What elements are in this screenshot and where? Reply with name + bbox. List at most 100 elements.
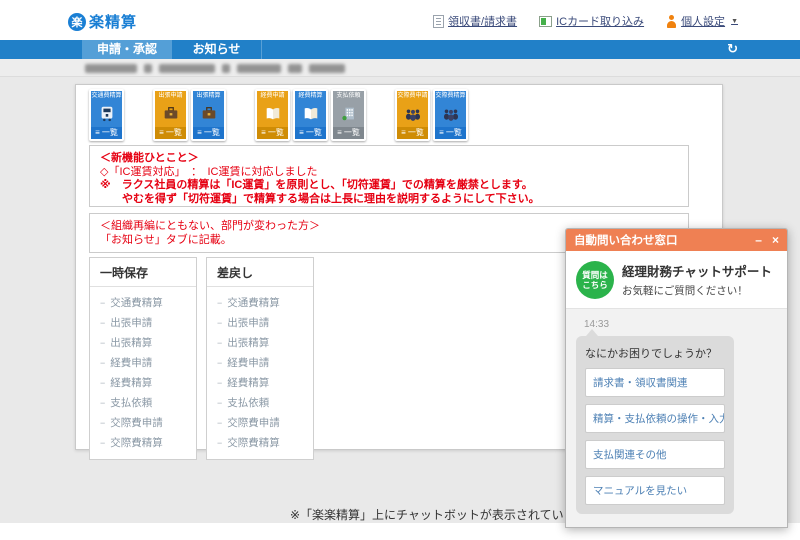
chat-option-view-manual[interactable]: マニュアルを見たい [585, 476, 725, 505]
app-header: 楽 楽精算 領収書/請求書 ICカード取り込み 個人設定 ▼ [0, 0, 800, 40]
tile-list-label: 一覧 [445, 128, 462, 137]
panel-link[interactable]: 経費精算 [90, 372, 196, 392]
panel-link[interactable]: 出張精算 [90, 332, 196, 352]
ic-card-import-link[interactable]: ICカード取り込み [539, 13, 644, 29]
menu-icon: ≡ [401, 128, 406, 137]
tile-list-button[interactable]: ≡ 一覧 [257, 127, 288, 139]
tile-list-label: 一覧 [343, 128, 360, 137]
bot-message-bubble: なにかお困りでしょうか？ 請求書・領収書関連 精算・支払依頼の操作・入力 支払関… [576, 329, 734, 514]
logo-text: 楽精算 [89, 14, 138, 31]
panel-temporary-save: 一時保存 交通費精算 出張申請 出張精算 経費申請 経費精算 支払依頼 交際費申… [89, 257, 197, 460]
redacted-text [288, 64, 302, 73]
tile-group-expense: 経費申請 ≡ 一覧 経費精算 ≡ 一覧 支払依頼 ≡ 一覧 [255, 89, 366, 141]
tile-list-label: 一覧 [165, 128, 182, 137]
panel-link[interactable]: 交際費精算 [90, 432, 196, 452]
panel-title: 差戻し [207, 258, 313, 287]
panel-link[interactable]: 出張申請 [90, 312, 196, 332]
panel-link[interactable]: 支払依頼 [207, 392, 313, 412]
header-links: 領収書/請求書 ICカード取り込み 個人設定 ▼ [433, 13, 738, 29]
tab-apply-approve[interactable]: 申請・承認 [82, 40, 172, 59]
tile-entertainment-request[interactable]: 交際費申請 ≡ 一覧 [395, 89, 430, 141]
menu-icon: ≡ [197, 128, 202, 137]
tile-title: 出張精算 [193, 91, 224, 101]
people-icon [435, 101, 466, 127]
people-icon [397, 101, 428, 127]
panel-link[interactable]: 支払依頼 [90, 392, 196, 412]
chatbot-profile: 質問は こちら 経理財務チャットサポート お気軽にご質問ください！ [566, 251, 787, 309]
notice-new-features: ＜新機能ひとこと＞ ◇「IC運賃対応」 ： IC運賃に対応しました ※ ラクス社… [89, 145, 689, 207]
tile-list-button[interactable]: ≡ 一覧 [435, 127, 466, 139]
tile-payment-request[interactable]: 支払依頼 ≡ 一覧 [331, 89, 366, 141]
panel-link[interactable]: 交際費申請 [90, 412, 196, 432]
receipts-invoices-label: 領収書/請求書 [448, 16, 518, 28]
tile-list-button[interactable]: ≡ 一覧 [155, 127, 186, 139]
app-logo[interactable]: 楽 楽精算 [68, 11, 137, 32]
close-icon[interactable]: × [772, 234, 779, 246]
chatbot-window: 自動問い合わせ窓口 – × 質問は こちら 経理財務チャットサポート お気軽にご… [565, 228, 788, 528]
menu-icon: ≡ [299, 128, 304, 137]
notice-line: ◇「IC運賃対応」 ： IC運賃に対応しました [100, 165, 318, 178]
menu-icon: ≡ [439, 128, 444, 137]
book-icon [257, 101, 288, 127]
tile-transport-settlement[interactable]: 交通費精算 ≡ 一覧 [89, 89, 124, 141]
tile-list-button[interactable]: ≡ 一覧 [91, 127, 122, 139]
tile-title: 経費精算 [295, 91, 326, 101]
tile-title: 支払依頼 [333, 91, 364, 101]
panel-link[interactable]: 経費申請 [90, 352, 196, 372]
tile-trip-request[interactable]: 出張申請 ≡ 一覧 [153, 89, 188, 141]
panel-link[interactable]: 出張精算 [207, 332, 313, 352]
tile-expense-request[interactable]: 経費申請 ≡ 一覧 [255, 89, 290, 141]
tile-list-button[interactable]: ≡ 一覧 [333, 127, 364, 139]
chevron-down-icon: ▼ [731, 17, 738, 25]
receipts-invoices-link[interactable]: 領収書/請求書 [433, 13, 517, 29]
redacted-text [85, 64, 137, 73]
tile-list-button[interactable]: ≡ 一覧 [295, 127, 326, 139]
refresh-icon[interactable]: ↻ [727, 40, 738, 59]
logo-badge-icon: 楽 [68, 12, 86, 31]
app-tile-row: 交通費精算 ≡ 一覧 出張申請 ≡ 一覧 出張精算 ≡ 一覧 経費申請 ≡ 一覧… [89, 89, 468, 141]
panel-link[interactable]: 交際費申請 [207, 412, 313, 432]
panel-link[interactable]: 経費申請 [207, 352, 313, 372]
chatbot-header[interactable]: 自動問い合わせ窓口 – × [566, 229, 787, 251]
redacted-user-info [85, 64, 345, 73]
chat-option-payment-other[interactable]: 支払関連その他 [585, 440, 725, 469]
main-nav-bar: 申請・承認 お知らせ ↻ [0, 40, 800, 59]
bot-message-text: なにかお困りでしょうか？ [585, 348, 717, 360]
personal-settings-menu[interactable]: 個人設定 ▼ [666, 13, 738, 29]
minimize-icon[interactable]: – [755, 234, 762, 246]
menu-icon: ≡ [337, 128, 342, 137]
tile-title: 経費申請 [257, 91, 288, 101]
redacted-text [144, 64, 152, 73]
tile-group-transport: 交通費精算 ≡ 一覧 [89, 89, 124, 141]
badge-line1: 質問は [582, 269, 608, 280]
panel-link[interactable]: 出張申請 [207, 312, 313, 332]
panel-link[interactable]: 交通費精算 [90, 292, 196, 312]
redacted-text [309, 64, 345, 73]
tile-list-button[interactable]: ≡ 一覧 [193, 127, 224, 139]
panel-link[interactable]: 経費精算 [207, 372, 313, 392]
tile-trip-settlement[interactable]: 出張精算 ≡ 一覧 [191, 89, 226, 141]
tile-list-label: 一覧 [101, 128, 118, 137]
tile-expense-settlement[interactable]: 経費精算 ≡ 一覧 [293, 89, 328, 141]
tile-list-label: 一覧 [407, 128, 424, 137]
tile-title: 交際費申請 [397, 91, 428, 101]
tile-entertainment-settlement[interactable]: 交際費精算 ≡ 一覧 [433, 89, 468, 141]
badge-line2: こちら [582, 279, 608, 290]
panel-title: 一時保存 [90, 258, 196, 287]
tab-notifications[interactable]: お知らせ [172, 40, 262, 59]
tile-list-button[interactable]: ≡ 一覧 [397, 127, 428, 139]
tile-list-label: 一覧 [267, 128, 284, 137]
chat-option-invoices-receipts[interactable]: 請求書・領収書関連 [585, 368, 725, 397]
tile-title: 出張申請 [155, 91, 186, 101]
tile-group-trip: 出張申請 ≡ 一覧 出張精算 ≡ 一覧 [153, 89, 226, 141]
chat-option-settlement-input[interactable]: 精算・支払依頼の操作・入力 [585, 404, 725, 433]
redacted-text [222, 64, 230, 73]
chat-support-title: 経理財務チャットサポート [622, 265, 772, 279]
chatbot-window-title: 自動問い合わせ窓口 [574, 235, 678, 247]
notice-line: ※ ラクス社員の精算は「IC運賃」を原則とし、「切符運賃」での精算を厳禁とします… [100, 179, 533, 191]
ic-card-import-label: ICカード取り込み [556, 16, 645, 28]
panel-link[interactable]: 交際費精算 [207, 432, 313, 452]
panel-link[interactable]: 交通費精算 [207, 292, 313, 312]
tile-list-label: 一覧 [305, 128, 322, 137]
panel-sent-back: 差戻し 交通費精算 出張申請 出張精算 経費申請 経費精算 支払依頼 交際費申請… [206, 257, 314, 460]
